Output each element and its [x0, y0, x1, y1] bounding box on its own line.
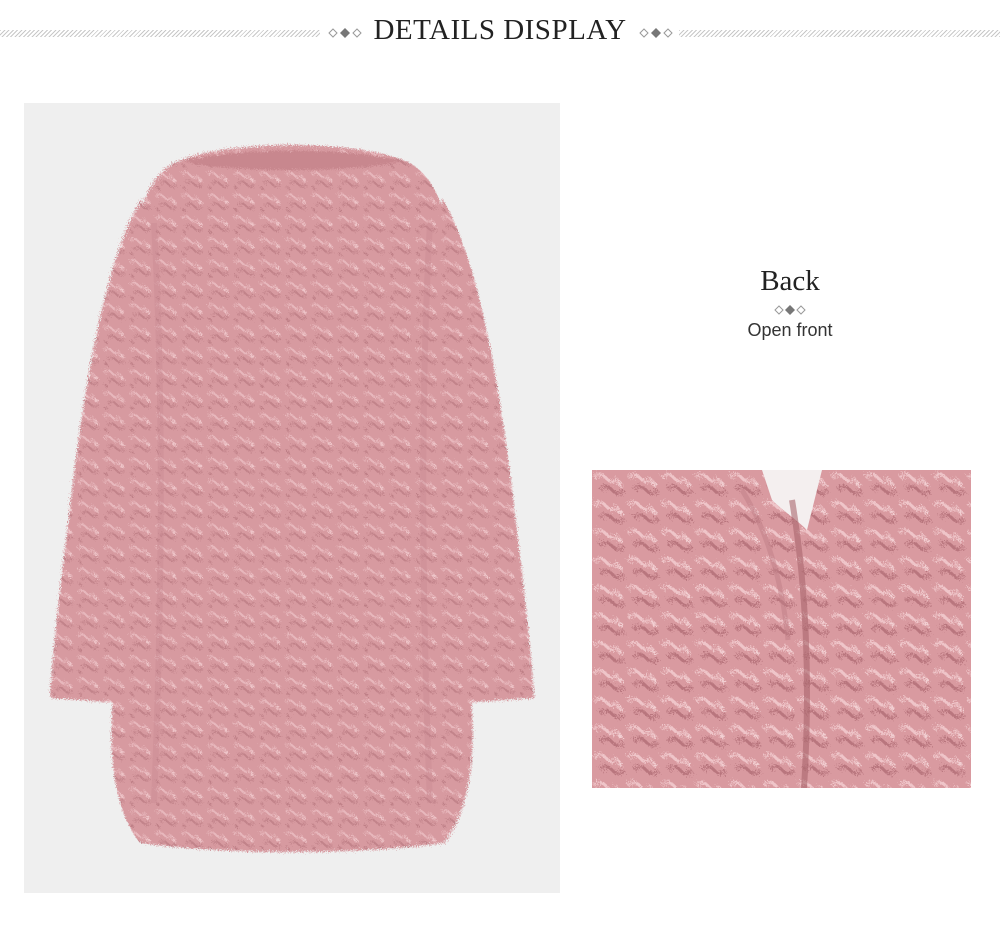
hatched-rule-right — [679, 30, 1000, 37]
caption-subtitle: Open front — [747, 320, 833, 340]
diamond-ornament-icon — [328, 28, 362, 38]
coat-closeup-photo — [592, 470, 971, 788]
section-header: DETAILS DISPLAY — [0, 0, 1000, 68]
diamond-ornament-icon — [639, 28, 673, 38]
diamond-ornament-icon — [774, 305, 806, 315]
hatched-rule-left — [0, 30, 320, 37]
coat-back-photo — [24, 103, 560, 893]
section-title: DETAILS DISPLAY — [373, 14, 627, 46]
caption-title: Back — [760, 265, 820, 297]
view-caption: Back Open front — [690, 262, 890, 342]
